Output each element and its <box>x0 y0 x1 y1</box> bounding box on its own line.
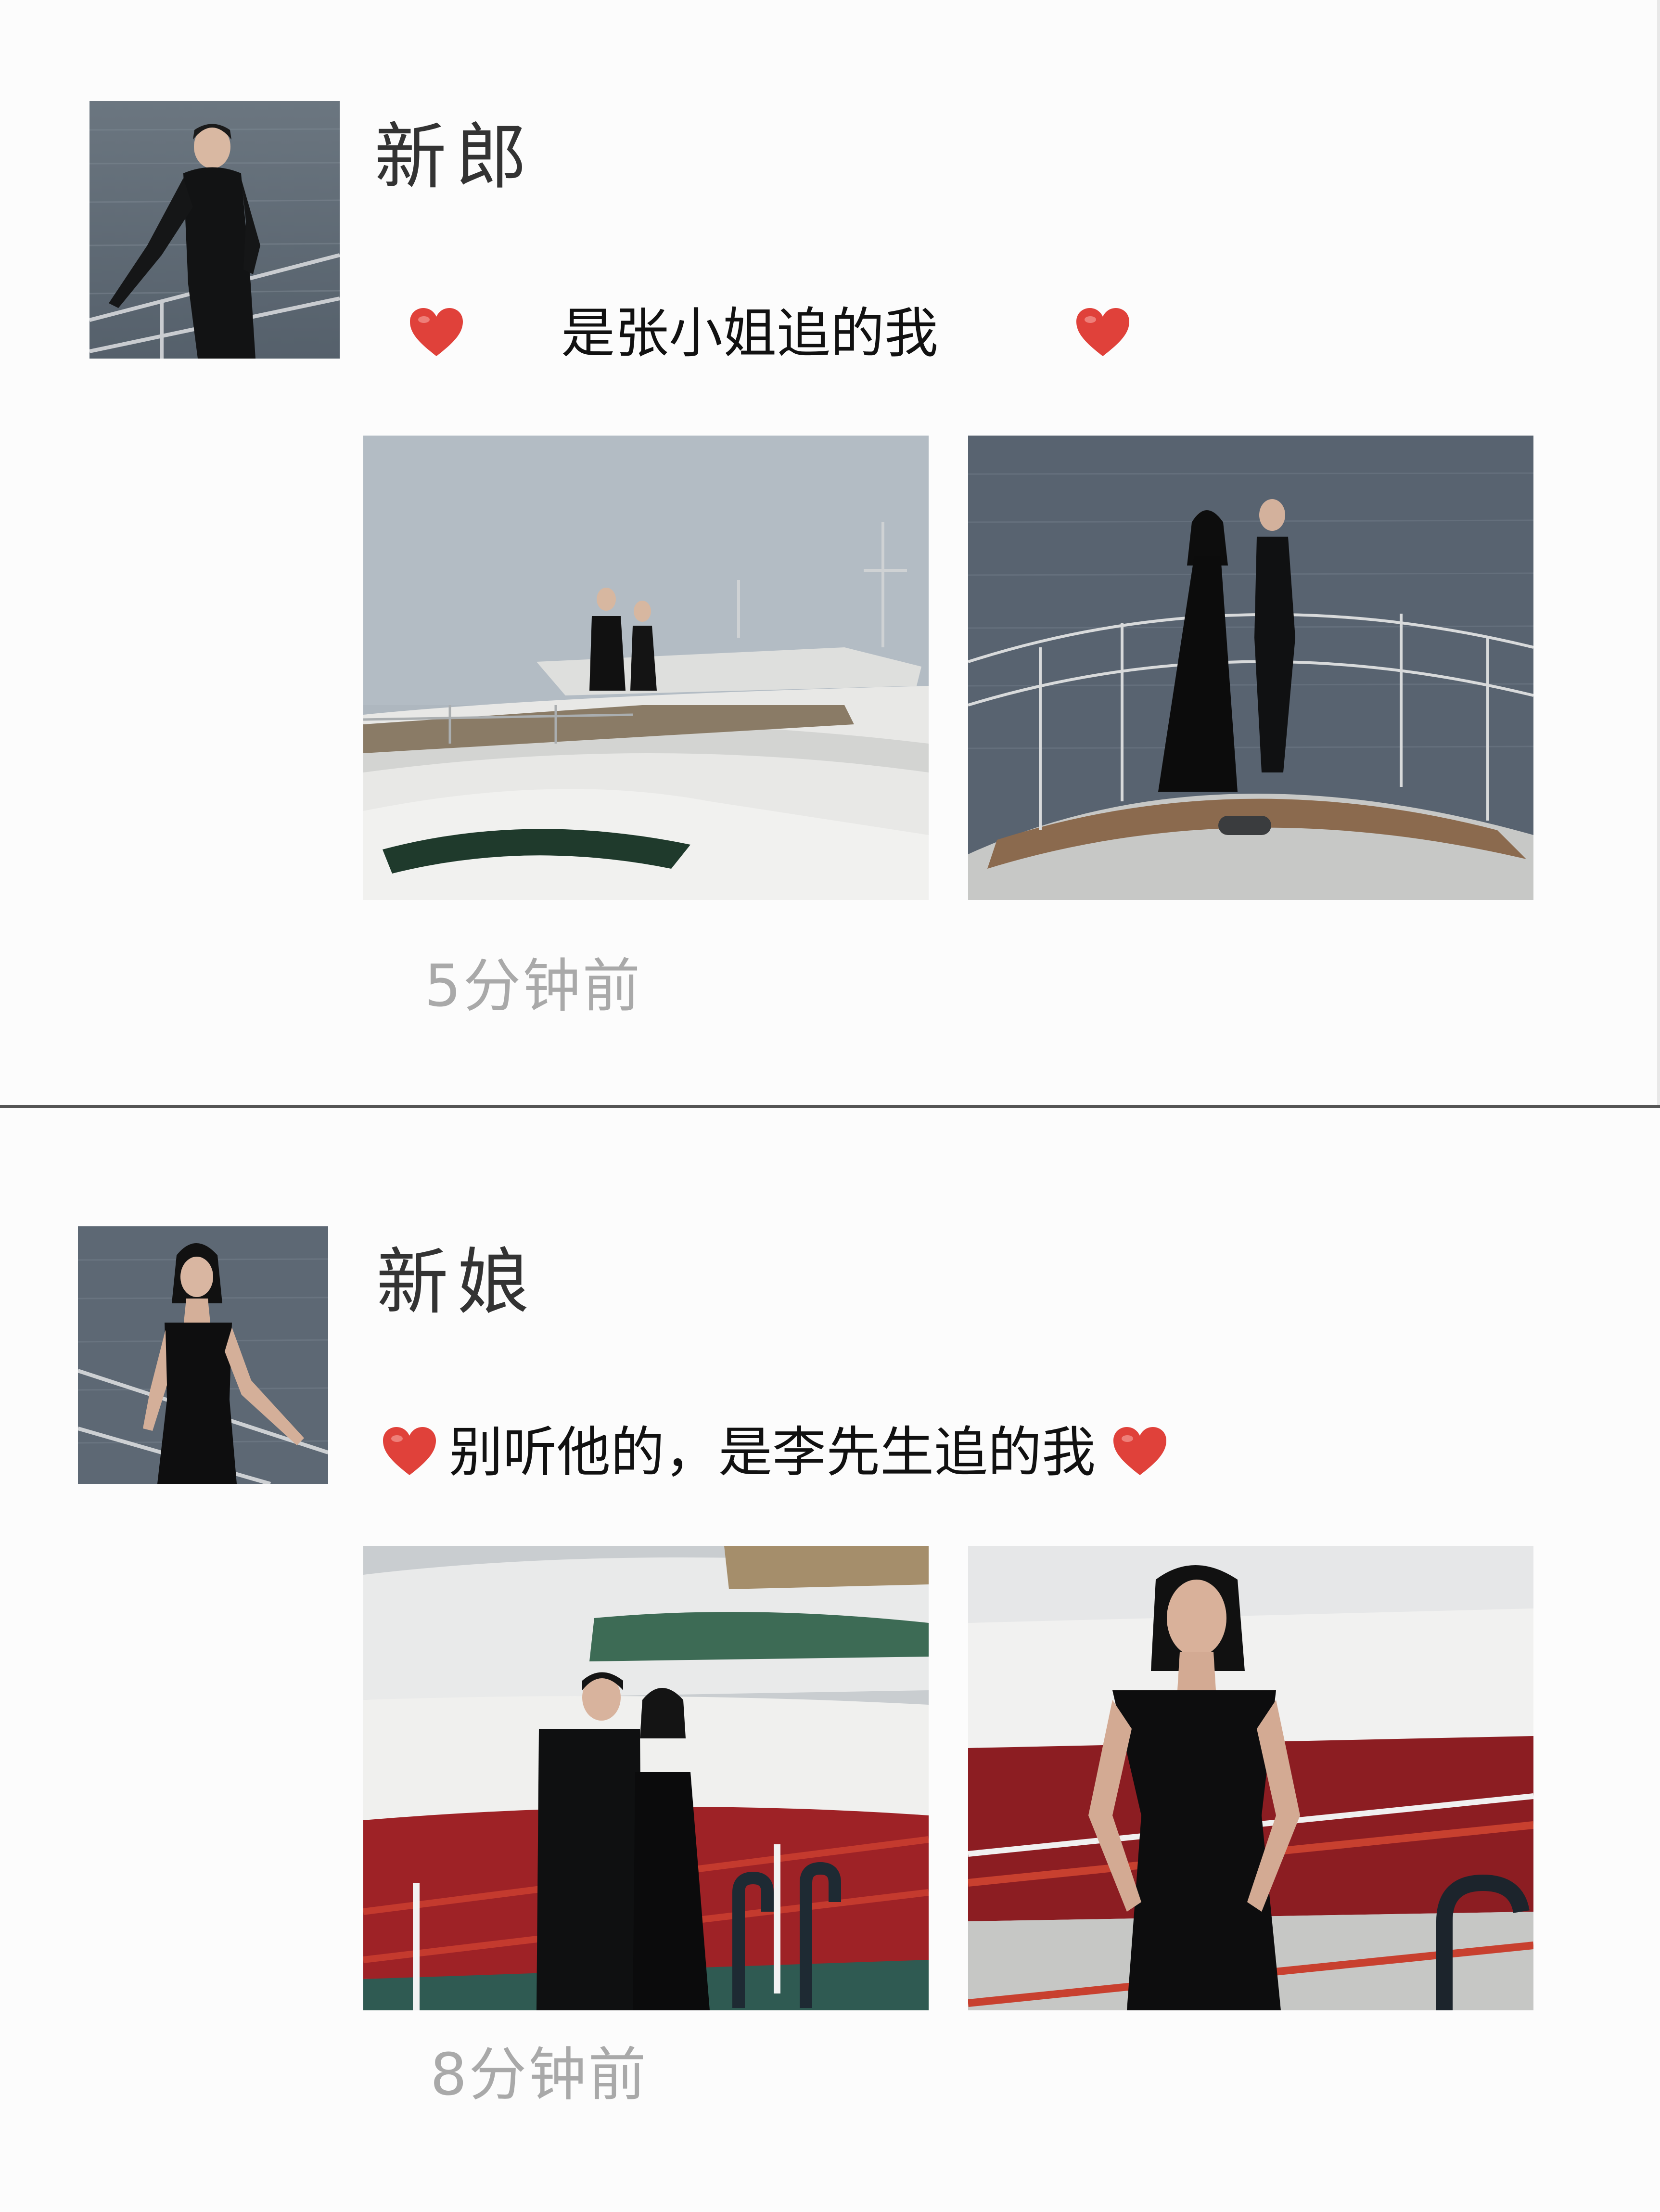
author-name[interactable]: 新娘 <box>376 1247 538 1319</box>
post-caption: 别听他的，是李先生追的我 <box>449 1421 1096 1484</box>
post-timestamp: 8分钟前 <box>430 2042 648 2109</box>
heart-icon <box>383 1427 436 1475</box>
bride-avatar-image <box>78 1226 328 1484</box>
couple-at-dock-railing-image <box>363 1546 929 2010</box>
groom-avatar-image <box>89 101 340 359</box>
post-photo[interactable] <box>363 436 929 900</box>
post-caption: 是张小姐追的我 <box>561 302 938 365</box>
moment-post: 新郎 是张小姐追的我 5分钟前 <box>0 0 1660 1105</box>
heart-icon <box>1113 1427 1166 1475</box>
couple-on-yacht-upper-deck-image <box>363 436 929 900</box>
couple-on-yacht-bow-image <box>968 436 1533 900</box>
avatar[interactable] <box>78 1226 328 1484</box>
frame-edge <box>1657 0 1660 1105</box>
heart-icon <box>1076 308 1129 356</box>
moment-post: 新娘 别听他的，是李先生追的我 8分钟前 <box>0 1108 1660 2212</box>
heart-icon <box>410 308 463 356</box>
post-photo[interactable] <box>968 436 1533 900</box>
post-photo[interactable] <box>363 1546 929 2010</box>
bride-at-dock-railing-image <box>968 1546 1533 2010</box>
avatar[interactable] <box>89 101 340 359</box>
post-photo[interactable] <box>968 1546 1533 2010</box>
post-timestamp: 5分钟前 <box>424 953 642 1020</box>
author-name[interactable]: 新郎 <box>374 121 536 193</box>
